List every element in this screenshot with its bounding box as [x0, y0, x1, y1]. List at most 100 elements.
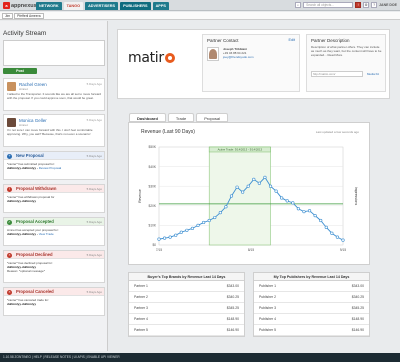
row-name: Partner 2: [134, 295, 148, 299]
notice-dates: dd/mm/yy-dd/mm/yy: [7, 199, 37, 204]
partner-logo: matir: [128, 50, 175, 66]
active-trade-band: [208, 146, 271, 246]
tab-dashboard[interactable]: Dashboard: [129, 113, 166, 122]
row-name: Publisher 1: [259, 284, 276, 288]
notice-dates: dd/mm/yy-dd/mm/yy -: [7, 232, 38, 237]
nav-tab-publishers[interactable]: PUBLISHERS: [120, 2, 151, 10]
table-row[interactable]: Partner 2 $340.25: [129, 292, 244, 303]
notice-time: 5 Days Ago: [86, 187, 102, 191]
notification-icon[interactable]: !: [355, 2, 362, 8]
activity-post: Rachel Green Amnet 5 Days Ago I talked t…: [3, 78, 105, 111]
activity-post: Monica Geller Amnet 5 Days Ago I'm not s…: [3, 114, 105, 147]
data-point: [157, 237, 161, 241]
x-tick-label: 7/15: [156, 248, 162, 252]
settings-icon[interactable]: ⚙: [363, 2, 370, 8]
tab-proposal[interactable]: Proposal: [196, 113, 229, 122]
partner-url-field[interactable]: http://matiro.com/: [311, 71, 363, 77]
contact-email[interactable]: joey@friendsyudo.com: [223, 55, 254, 60]
data-point: [207, 218, 211, 223]
y-tick-label: $20K: [149, 204, 157, 208]
x-tick-label: 8/15: [248, 248, 254, 252]
top-nav: a appnexus NETWORK TANGO ADVERTISERS PUB…: [0, 0, 400, 11]
close-icon: ×: [7, 253, 12, 258]
data-point: [196, 223, 200, 227]
row-value: $340.25: [351, 295, 364, 299]
row-value: $146.90: [351, 328, 364, 332]
notice-proposal-canceled: Proposal Canceled × 5 Days Ago *canter* …: [3, 287, 105, 316]
y-tick-label: $30K: [149, 184, 157, 188]
media-kit-link[interactable]: Media Kit: [367, 72, 379, 76]
post-composer[interactable]: [3, 40, 105, 66]
nav-tab-advertisers[interactable]: ADVERTISERS: [85, 2, 119, 10]
data-point: [324, 225, 328, 229]
data-point: [313, 213, 317, 218]
nav-right: ⌕ Search all objects... ! ⚙ ? JANE DOE: [295, 2, 397, 8]
table-row[interactable]: Publisher 2 $340.25: [254, 292, 369, 303]
partner-contact: Partner Contact Edit Joseph Tribbiani +3…: [202, 34, 300, 92]
table-row[interactable]: Partner 1 $343.00: [129, 281, 244, 292]
notice-time: 5 Days Ago: [86, 290, 102, 294]
activity-stream: Activity Stream Post Rachel Green Amnet …: [0, 21, 108, 351]
row-value: $343.00: [351, 284, 364, 288]
data-point: [280, 196, 284, 200]
revenue-chart: Revenue (Last 90 Days) Last updated a fe…: [138, 129, 360, 252]
logo-text: appnexus: [11, 2, 37, 9]
row-name: Partner 5: [134, 328, 148, 332]
row-name: Publisher 4: [259, 317, 276, 321]
review-proposal-link[interactable]: Review Proposal: [39, 166, 62, 170]
data-point: [291, 201, 295, 205]
table-row[interactable]: Publisher 1 $343.00: [254, 281, 369, 292]
row-value: $148.90: [226, 317, 239, 321]
nav-tab-network[interactable]: NETWORK: [36, 2, 62, 10]
notice-body: *canter* has canceled trade for: dd/mm/y…: [7, 298, 103, 306]
user-menu[interactable]: JANE DOE: [379, 3, 397, 7]
appnexus-logo[interactable]: a appnexus: [3, 2, 37, 9]
search-icon[interactable]: ⌕: [295, 2, 302, 8]
partner-description-title: Partner Description: [311, 38, 350, 43]
table-row[interactable]: Publisher 4 $148.90: [254, 314, 369, 325]
breadcrumb-item[interactable]: Pfefferli Ameera: [14, 13, 44, 19]
nav-tab-apps[interactable]: APPS: [152, 2, 169, 10]
buyer-top-brands-table: Buyer's Top Brands by Revenue Last 14 Da…: [128, 272, 245, 337]
data-point: [268, 184, 273, 188]
notice-reason: Reason: *optional message*: [7, 269, 45, 274]
chart-updated: Last updated a few seconds ago: [316, 130, 360, 134]
row-name: Partner 4: [134, 317, 148, 321]
post-button[interactable]: Post: [3, 68, 37, 74]
data-point: [174, 233, 178, 237]
nav-tab-tango[interactable]: TANGO: [63, 2, 84, 10]
notice-dates: dd/mm/yy-dd/mm/yy -: [7, 166, 38, 171]
revenue-chart-card: Revenue (Last 90 Days) Last updated a fe…: [128, 122, 370, 265]
edit-contact-link[interactable]: Edit: [288, 38, 295, 42]
table-row[interactable]: Partner 4 $148.90: [129, 314, 244, 325]
data-point: [319, 218, 323, 223]
search-input[interactable]: Search all objects...: [303, 2, 354, 8]
nav-tabs: NETWORK TANGO ADVERTISERS PUBLISHERS APP…: [36, 2, 169, 10]
close-icon: ×: [7, 290, 12, 295]
tab-trade[interactable]: Trade: [167, 113, 195, 122]
notice-body: *canter* has submitted proposal for: dd/…: [7, 162, 103, 170]
breadcrumb-item[interactable]: Jim: [2, 13, 14, 19]
row-name: Publisher 3: [259, 306, 276, 310]
table-row[interactable]: Partner 3 $345.25: [129, 303, 244, 314]
row-value: $345.25: [226, 306, 239, 310]
table-row[interactable]: Partner 5 $146.90: [129, 325, 244, 336]
contact-details: Joseph Tribbiani +33 46 88 64 221 joey@f…: [223, 47, 254, 60]
data-point: [335, 235, 340, 239]
table-row[interactable]: Publisher 3 $345.25: [254, 303, 369, 314]
post-time: 5 Days Ago: [86, 82, 102, 86]
row-name: Partner 3: [134, 306, 148, 310]
row-value: $340.25: [226, 295, 239, 299]
data-point: [229, 194, 234, 198]
data-point: [241, 190, 245, 194]
notice-proposal-accepted: Proposal Accepted ✓ 5 Days Ago Amnet has…: [3, 217, 105, 246]
data-point: [330, 231, 334, 235]
y-tick-label: $0: [152, 243, 156, 247]
table-row[interactable]: Publisher 5 $146.90: [254, 325, 369, 336]
post-body: I talked to the Transporter. It sounds l…: [7, 92, 102, 100]
help-icon[interactable]: ?: [371, 2, 378, 8]
breadcrumb: Jim Pfefferli Ameera: [2, 13, 44, 19]
data-point: [252, 177, 256, 181]
row-value: $343.00: [226, 284, 239, 288]
view-trade-link[interactable]: View Trade: [39, 232, 54, 236]
